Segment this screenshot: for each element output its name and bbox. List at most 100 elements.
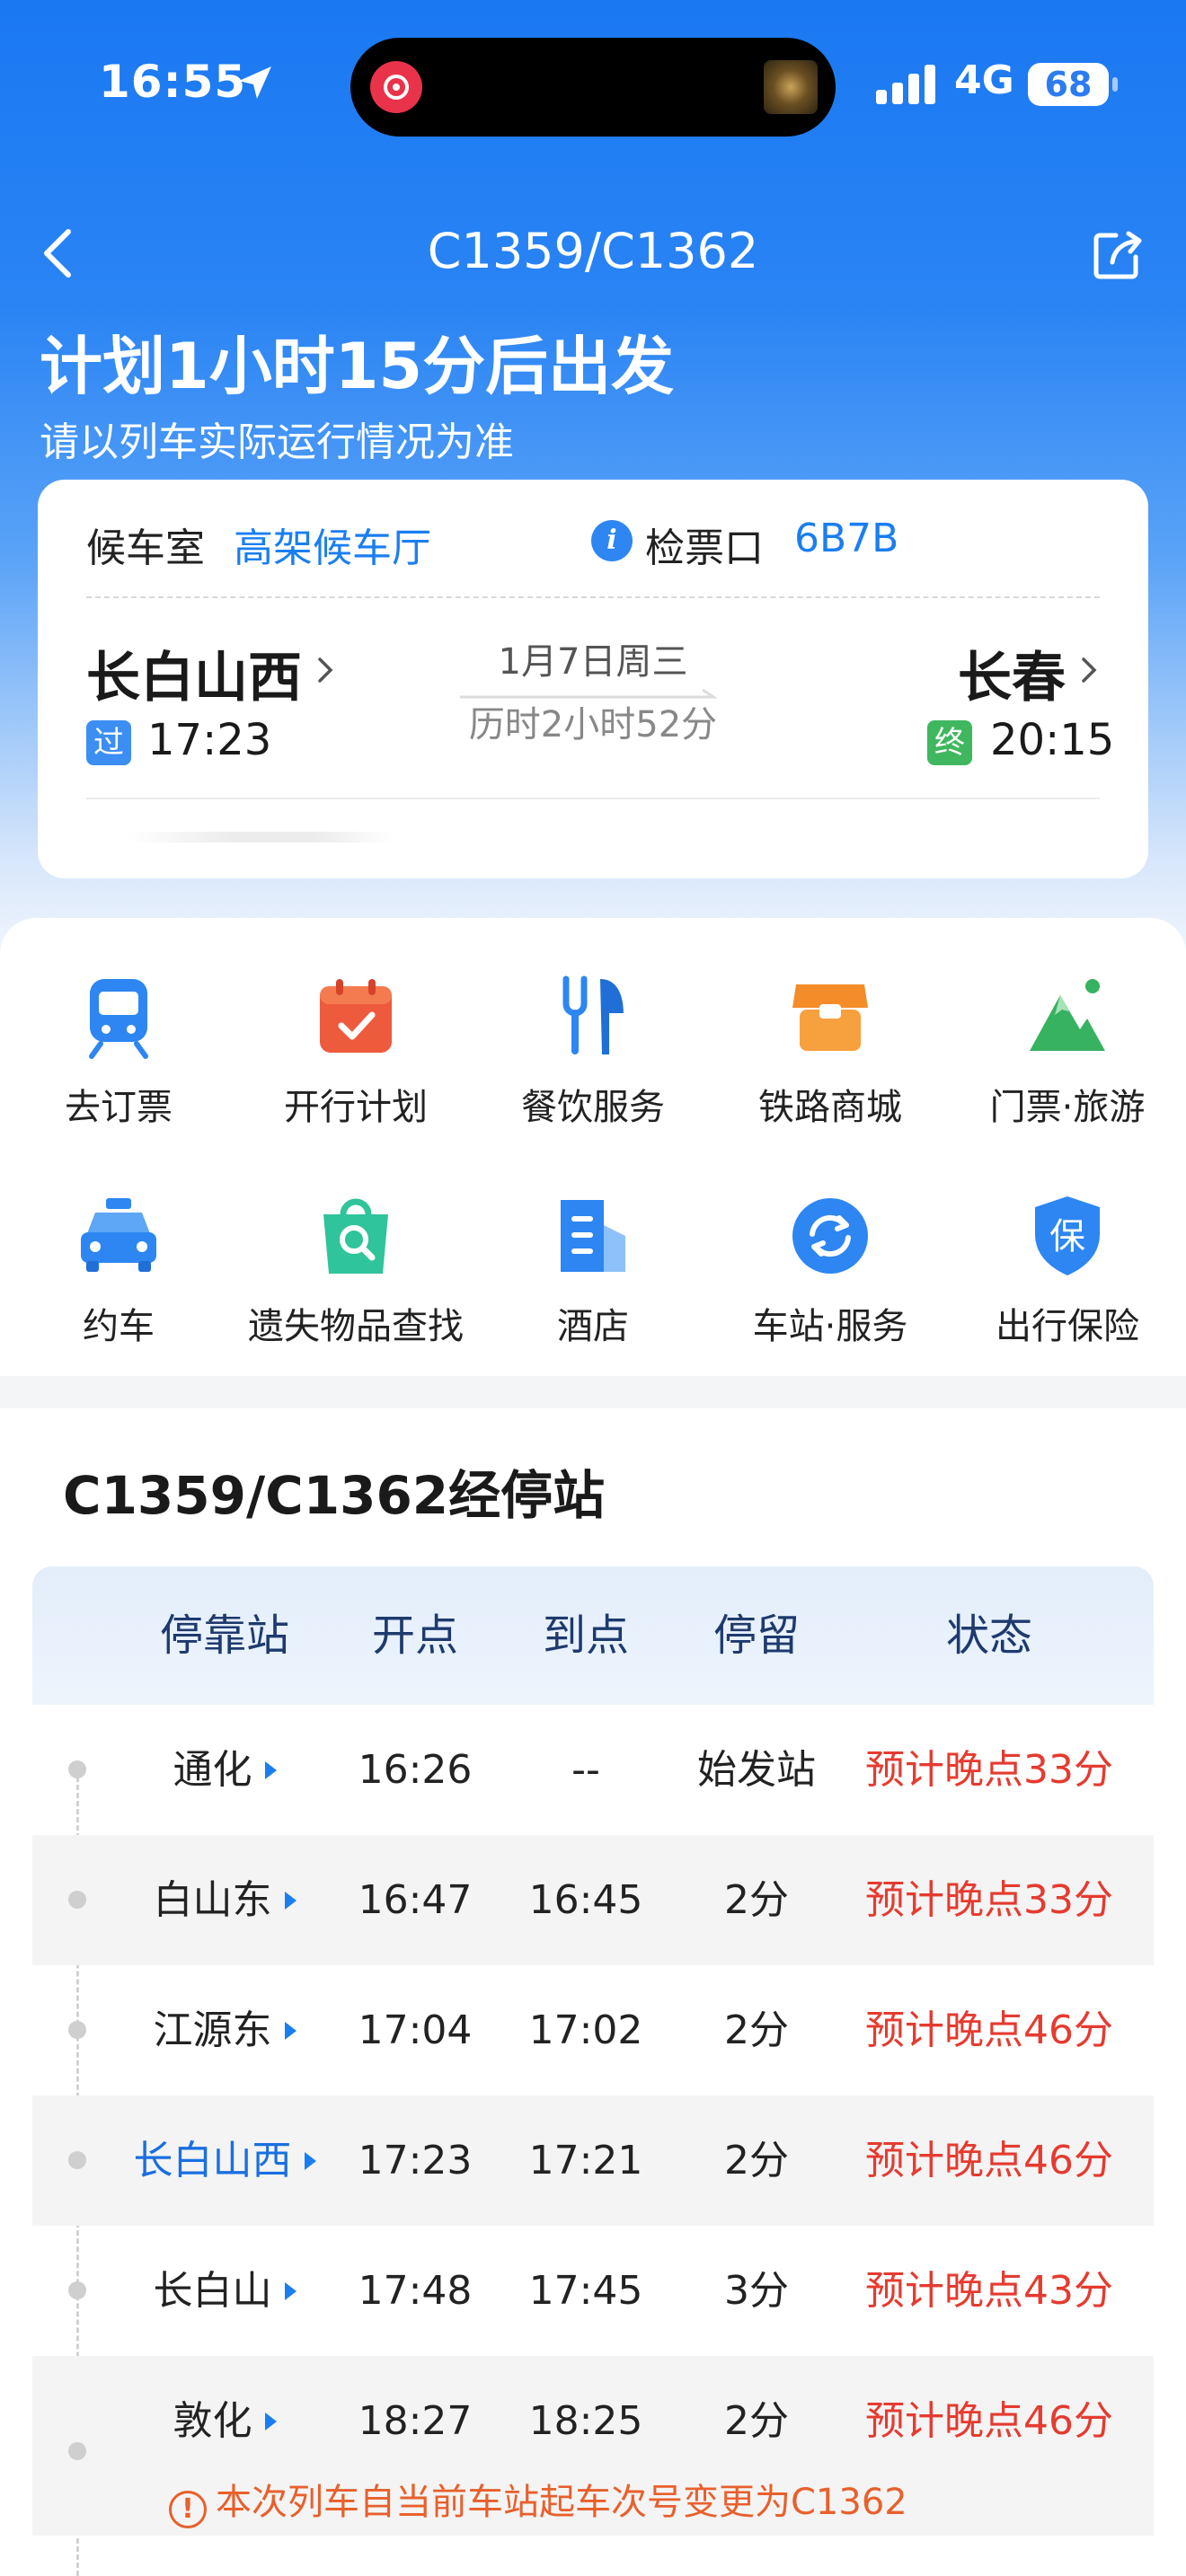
arrive-time: 17:02	[528, 2007, 643, 2053]
lost-found-icon	[313, 1193, 399, 1279]
warning-icon: !	[169, 2491, 207, 2528]
stay-time: 2分	[724, 1877, 789, 1923]
taxi-icon	[75, 1193, 162, 1279]
terminal-badge: 终	[927, 720, 972, 765]
header-stay: 停留	[712, 1610, 800, 1661]
service-dining[interactable]: 餐饮服务	[474, 974, 712, 1130]
service-label: 餐饮服务	[521, 1087, 665, 1128]
service-taxi[interactable]: 约车	[0, 1193, 237, 1349]
album-cover-icon	[764, 60, 818, 114]
depart-time: 18:27	[358, 2398, 473, 2444]
service-label: 车站·服务	[752, 1306, 908, 1347]
stay-time: 始发站	[697, 1747, 816, 1793]
service-tourism[interactable]: 门票·旅游	[949, 974, 1186, 1130]
stay-time: 3分	[724, 2268, 789, 2314]
depart-time: 16:26	[358, 1747, 473, 1793]
station-name[interactable]: 江源东	[99, 1965, 350, 2095]
service-label: 约车	[83, 1306, 155, 1347]
stay-time: 2分	[724, 2007, 789, 2053]
cellular-signal-icon	[876, 65, 935, 104]
dynamic-island	[350, 38, 836, 137]
table-row-current[interactable]: 长白山西 17:23 17:21 2分 预计晚点46分	[32, 2095, 1154, 2226]
shop-icon	[787, 974, 873, 1060]
location-arrow-icon	[239, 66, 271, 99]
service-label: 门票·旅游	[989, 1087, 1146, 1128]
gate-value[interactable]: 6B7B	[794, 516, 898, 561]
delay-status: 预计晚点46分	[865, 2138, 1113, 2183]
depart-time: 17:04	[358, 2007, 473, 2053]
station-name[interactable]: 长白山西	[99, 2095, 350, 2226]
dining-icon	[550, 974, 636, 1060]
service-label: 铁路商城	[758, 1087, 902, 1128]
arrival-time: 20:15	[990, 715, 1115, 765]
service-insurance[interactable]: 保 出行保险	[949, 1193, 1186, 1349]
stay-time: 2分	[724, 2138, 789, 2183]
delay-status: 预计晚点33分	[865, 1877, 1113, 1923]
service-label: 遗失物品查找	[248, 1306, 464, 1347]
header-station: 停靠站	[159, 1610, 289, 1661]
timeline-dot	[68, 2151, 86, 2169]
arrive-time: 17:45	[528, 2268, 643, 2314]
service-hotel[interactable]: 酒店	[474, 1193, 712, 1349]
stops-table: 停靠站 开点 到点 停留 状态 通化 16:26 -- 始发站 预计晚点33分 …	[32, 1566, 1154, 2536]
service-shop[interactable]: 铁路商城	[712, 974, 949, 1130]
train-number-title: C1359/C1362	[427, 223, 759, 279]
divider	[86, 596, 1100, 598]
delay-status: 预计晚点46分	[865, 2007, 1113, 2053]
station-name[interactable]: 长白山	[99, 2226, 350, 2356]
stay-time: 2分	[724, 2398, 789, 2444]
info-icon[interactable]: i	[591, 520, 633, 561]
hotel-icon	[550, 1193, 636, 1279]
delay-status: 预计晚点43分	[865, 2268, 1113, 2314]
timeline-dot	[68, 2281, 86, 2299]
delay-status: 预计晚点33分	[865, 1747, 1113, 1793]
table-row[interactable]: 长白山 17:48 17:45 3分 预计晚点43分	[32, 2226, 1154, 2356]
depart-time: 17:48	[358, 2268, 473, 2314]
timeline-dot	[68, 1891, 86, 1909]
waiting-room-label: 候车室	[86, 525, 205, 571]
service-schedule[interactable]: 开行计划	[237, 974, 474, 1130]
music-app-icon	[370, 61, 422, 113]
service-label: 酒店	[557, 1306, 629, 1347]
station-name[interactable]: 敦化	[99, 2356, 350, 2486]
divider	[86, 798, 1100, 799]
table-row[interactable]: 白山东 16:47 16:45 2分 预计晚点33分	[32, 1835, 1154, 1965]
table-row[interactable]: 通化 16:26 -- 始发站 预计晚点33分	[32, 1705, 1154, 1835]
calendar-icon	[313, 974, 399, 1060]
table-row[interactable]: 敦化 18:27 18:25 2分 预计晚点46分 ! 本次列车自当前车站起车次号…	[32, 2356, 1154, 2536]
timeline-dot	[68, 2021, 86, 2039]
service-label: 开行计划	[284, 1087, 428, 1128]
insurance-icon: 保	[1024, 1193, 1111, 1279]
station-name[interactable]: 白山东	[99, 1835, 350, 1965]
service-station[interactable]: 车站·服务	[712, 1193, 949, 1349]
service-lost-found[interactable]: 遗失物品查找	[237, 1193, 474, 1349]
arrive-time: 17:21	[528, 2138, 643, 2183]
chevron-right-icon	[1082, 657, 1097, 683]
network-type: 4G	[954, 57, 1014, 103]
disclaimer-text: 请以列车实际运行情况为准	[40, 419, 514, 465]
services-panel: 去订票 开行计划 餐饮服务 铁路商城 门票·旅游 约车 遗失物品查找 酒店 车站…	[0, 918, 1186, 1376]
service-label: 出行保险	[996, 1306, 1139, 1347]
svg-text:保: 保	[1049, 1216, 1085, 1257]
arrive-time: --	[571, 1747, 600, 1793]
waiting-room-value[interactable]: 高架候车厅	[234, 516, 431, 573]
pass-badge: 过	[86, 720, 131, 765]
to-station[interactable]: 长春	[958, 634, 1066, 712]
arrive-time: 16:45	[528, 1877, 643, 1923]
table-row[interactable]: 江源东 17:04 17:02 2分 预计晚点46分	[32, 1965, 1154, 2095]
service-label: 去订票	[65, 1087, 173, 1128]
table-header: 停靠站 开点 到点 停留 状态	[32, 1566, 1154, 1705]
station-name[interactable]: 通化	[99, 1705, 350, 1835]
service-book-ticket[interactable]: 去订票	[0, 974, 237, 1130]
battery-level: 68	[1028, 63, 1109, 106]
header-depart: 开点	[371, 1610, 458, 1661]
notice-text: 本次列车自当前车站起车次号变更为C1362	[216, 2482, 907, 2523]
delay-status: 预计晚点46分	[865, 2398, 1113, 2444]
mountain-icon	[1024, 974, 1111, 1060]
share-icon[interactable]	[1089, 226, 1146, 284]
section-gap	[0, 1376, 1186, 1408]
arrive-time: 18:25	[528, 2398, 643, 2444]
timeline-dot	[68, 2442, 86, 2460]
train-number-change-notice: ! 本次列车自当前车站起车次号变更为C1362	[169, 2473, 907, 2528]
status-time: 16:55	[99, 56, 247, 108]
